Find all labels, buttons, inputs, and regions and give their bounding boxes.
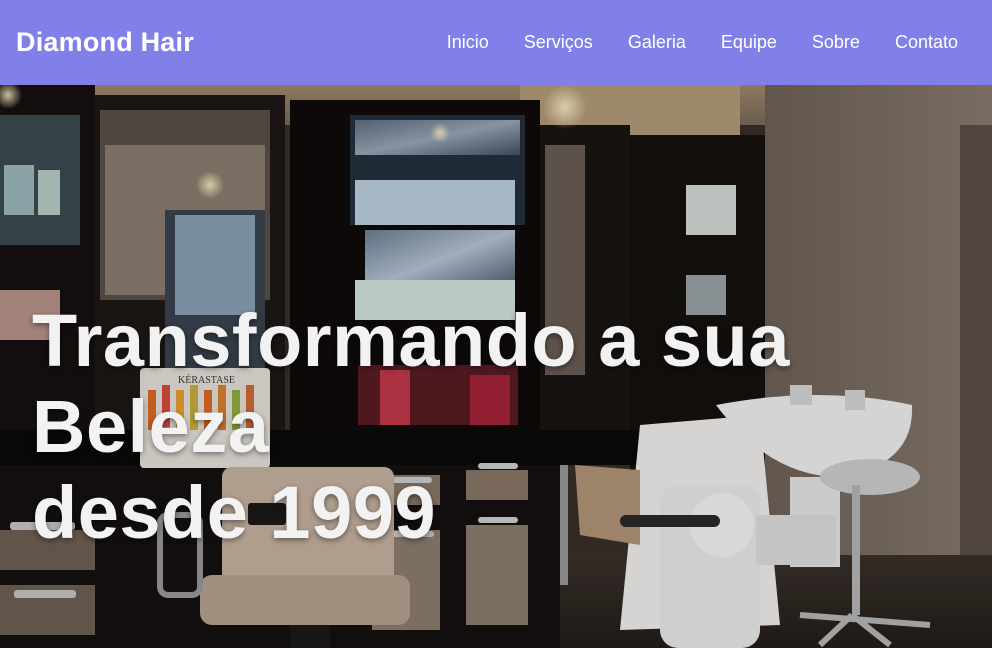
main-nav: Inicio Serviços Galeria Equipe Sobre Con… [447,32,958,53]
hero-headline-line-2: desde 1999 [32,471,437,554]
hero-headline-line-1: Transformando a sua Beleza [32,299,790,468]
nav-link-equipe[interactable]: Equipe [721,32,777,53]
nav-link-servicos[interactable]: Serviços [524,32,593,53]
nav-link-contato[interactable]: Contato [895,32,958,53]
navbar: Diamond Hair Inicio Serviços Galeria Equ… [0,0,992,85]
hero-section: KÉRASTASE Transformando a sua Beleza des… [0,85,992,648]
brand-logo[interactable]: Diamond Hair [16,27,194,58]
page: Diamond Hair Inicio Serviços Galeria Equ… [0,0,992,648]
nav-link-galeria[interactable]: Galeria [628,32,686,53]
hero-headline: Transformando a sua Beleza desde 1999 [32,298,982,556]
nav-link-inicio[interactable]: Inicio [447,32,489,53]
nav-link-sobre[interactable]: Sobre [812,32,860,53]
